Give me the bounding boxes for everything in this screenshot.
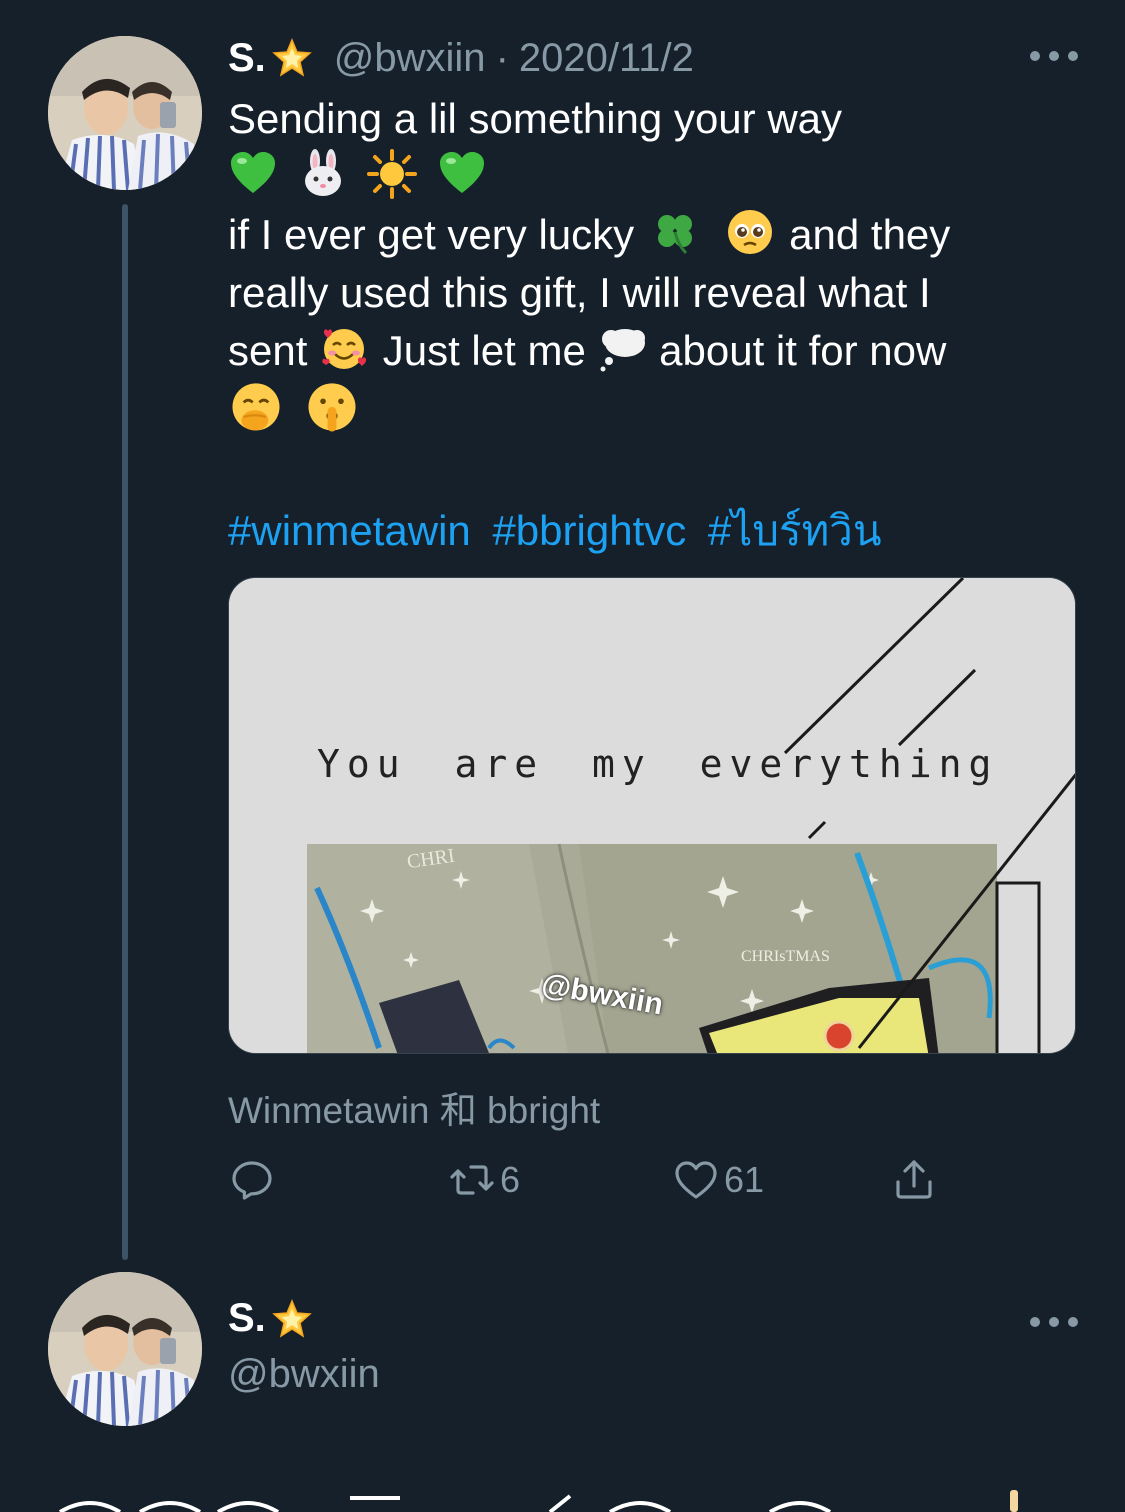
hashtag-link[interactable]: #bbrightvc — [492, 507, 686, 554]
tweet-text-line: really used this gift, I will reveal wha… — [228, 269, 931, 316]
author-handle[interactable]: @bwxiin — [334, 36, 486, 81]
reply-icon — [232, 1161, 272, 1200]
tweet-text: Sending a lil something your way if I ev… — [228, 90, 1078, 438]
thread-view: S. @bwxiin · 2020/11/2 Sending a lil som… — [0, 0, 1125, 1512]
avatar-photo — [48, 1272, 202, 1426]
cut-off-text — [50, 1490, 1050, 1512]
glowing-star-icon — [271, 38, 312, 77]
bag-label-right: CHRIsTMAS — [741, 948, 830, 965]
sun-icon — [367, 149, 418, 199]
tweet-text-line: if I ever get very lucky and they — [228, 206, 1078, 264]
retweet-icon — [450, 1165, 494, 1195]
smiling-face-with-hearts-icon — [322, 329, 367, 369]
glowing-star-icon — [271, 1298, 312, 1338]
like-button[interactable]: 61 — [672, 1150, 764, 1210]
thread-connector — [122, 204, 128, 1260]
author-name[interactable]: S. — [228, 36, 266, 81]
more-icon[interactable] — [1030, 1312, 1078, 1332]
like-count: 61 — [724, 1159, 765, 1200]
tagged-users[interactable]: Winmetawin 和 bbright — [228, 1080, 600, 1134]
author-name: S. — [228, 1296, 266, 1340]
green-heart-icon — [231, 152, 275, 193]
four-leaf-clover-icon — [657, 215, 692, 255]
separator-dot: · — [495, 35, 509, 80]
tweet-text-fragment: about it for now — [659, 327, 947, 374]
avatar-photo — [48, 36, 202, 190]
emoji-row — [228, 380, 1078, 438]
rabbit-face-icon — [304, 149, 341, 196]
media-caption: You are my everything — [317, 742, 999, 786]
avatar[interactable] — [48, 36, 202, 190]
retweet-count: 6 — [500, 1159, 521, 1200]
face-with-hand-over-mouth-icon — [232, 383, 280, 431]
share-icon — [896, 1160, 932, 1199]
share-button[interactable] — [890, 1150, 938, 1210]
shushing-face-icon — [308, 383, 356, 432]
tweet-text-fragment: sent — [228, 327, 320, 374]
author-handle[interactable]: @bwxiin — [228, 1352, 380, 1397]
thought-balloon-icon — [600, 329, 646, 372]
retweet-button[interactable]: 6 — [448, 1150, 520, 1210]
tweet-text-fragment: and they — [789, 211, 951, 258]
media-photo — [229, 578, 1075, 1053]
tweet-date[interactable]: 2020/11/2 — [519, 36, 694, 81]
action-bar: 6 61 — [228, 1150, 948, 1210]
tweet-media[interactable]: You are my everything CHRI CHRIsTMAS @bw… — [228, 577, 1076, 1054]
emoji-row — [228, 148, 1078, 206]
heart-icon — [675, 1161, 717, 1199]
avatar[interactable] — [48, 1272, 202, 1426]
reply-button[interactable] — [228, 1150, 276, 1210]
tweet-text-line: Sending a lil something your way — [228, 95, 843, 142]
hashtag-link[interactable]: #ไบร์ทวิน — [708, 507, 882, 554]
tweet-text-line: sent Just let me about it for now — [228, 322, 1078, 380]
tweet-text-fragment: Just let me — [382, 327, 598, 374]
tweet-text-fragment: if I ever get very lucky — [228, 211, 646, 258]
hashtag-link[interactable]: #winmetawin — [228, 507, 471, 554]
more-icon[interactable] — [1030, 46, 1078, 66]
pleading-face-icon — [728, 210, 773, 254]
green-heart-icon — [440, 152, 485, 193]
hashtags: #winmetawin #bbrightvc #ไบร์ทวิน — [228, 498, 892, 564]
tweet2-author[interactable]: S. — [228, 1296, 334, 1341]
cropped-text-glyphs — [58, 1490, 1018, 1512]
tweet-header: S. @bwxiin · 2020/11/2 — [228, 30, 694, 86]
